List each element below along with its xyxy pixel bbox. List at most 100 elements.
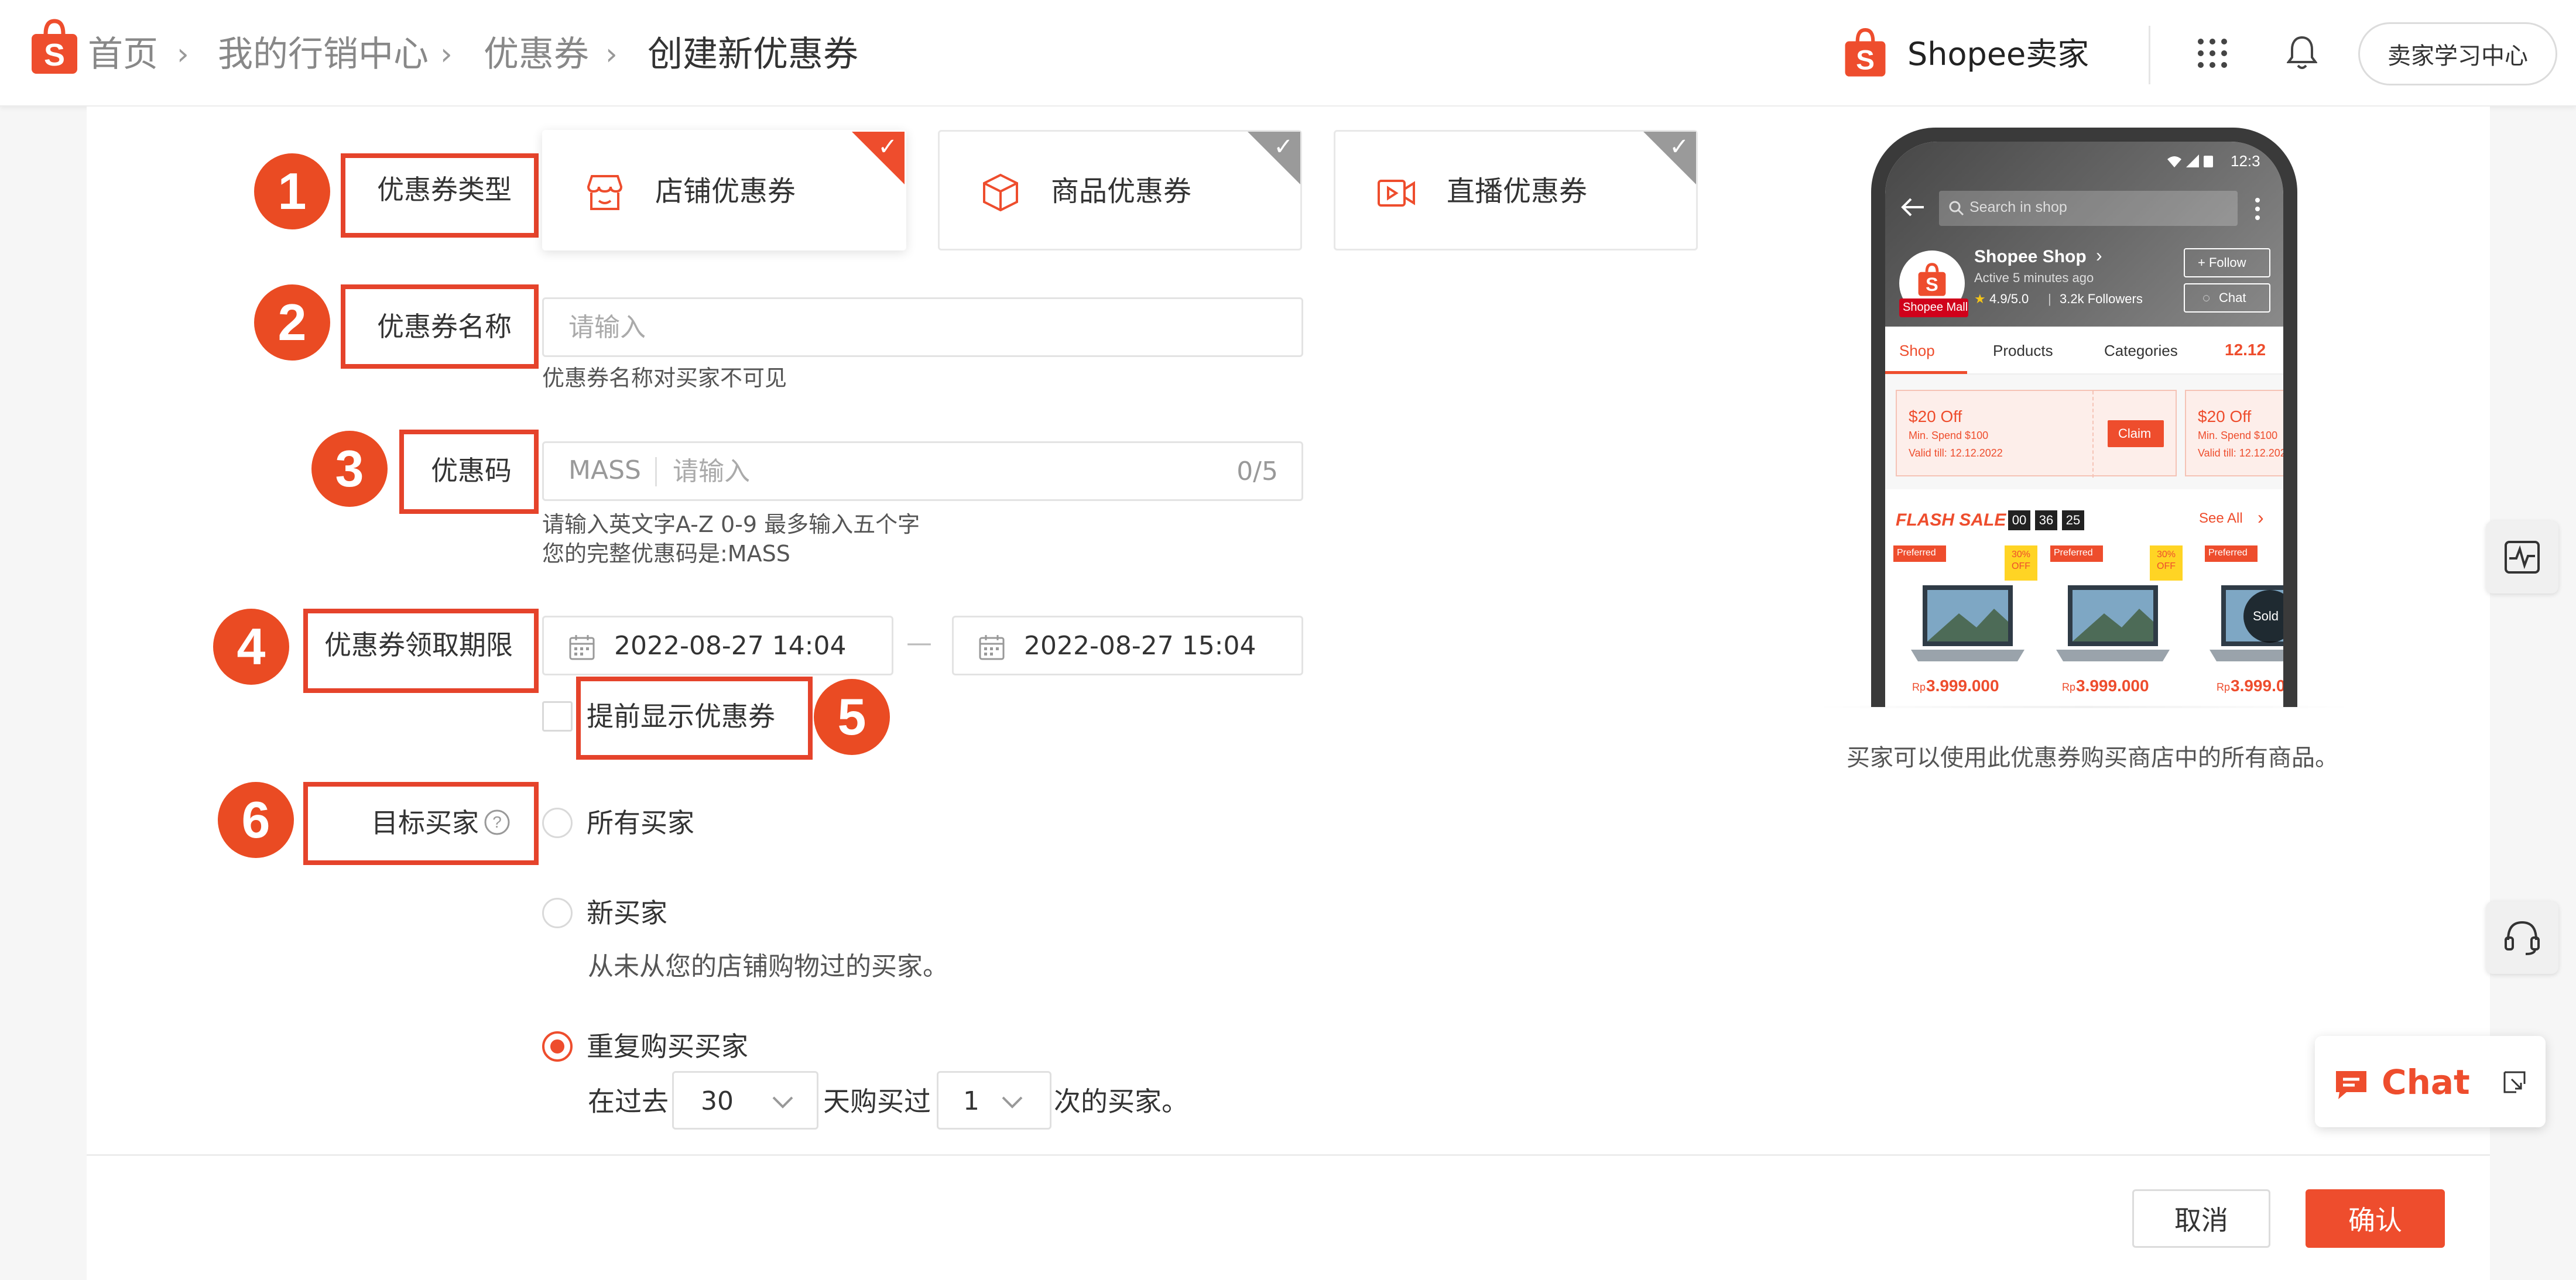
cancel-button[interactable]: 取消 bbox=[2132, 1189, 2270, 1248]
repeat-prefix-text: 在过去 bbox=[588, 1086, 669, 1117]
voucher-type-shop-label: 店铺优惠券 bbox=[655, 175, 796, 208]
target-buyers-label: 目标买家 bbox=[371, 807, 479, 839]
preview-shop-name: Shopee Shop bbox=[1974, 247, 2087, 266]
phone-preview: 12:3 Search in shop S Shopee Mall Shopee… bbox=[1871, 128, 2297, 707]
voucher-code-counter: 0/5 bbox=[1236, 457, 1278, 486]
preview-follow-button: + Follow bbox=[2184, 248, 2270, 277]
all-buyers-label: 所有买家 bbox=[587, 807, 694, 839]
voucher-valid-till: Valid till: 12.12.2022 bbox=[1909, 447, 2003, 459]
date-range-separator: — bbox=[906, 628, 932, 658]
preferred-badge: Preferred bbox=[1893, 545, 1946, 562]
preferred-badge-text: Preferred bbox=[1897, 548, 1936, 558]
search-icon bbox=[1949, 201, 1964, 216]
apps-grid-icon[interactable] bbox=[2197, 37, 2228, 69]
laptop-image bbox=[2056, 585, 2170, 661]
voucher-type-shop-card[interactable]: ✓ 店铺优惠券 bbox=[542, 130, 906, 250]
breadcrumb-vouchers[interactable]: 优惠券 bbox=[484, 34, 589, 75]
radio-all-buyers[interactable] bbox=[542, 808, 573, 838]
svg-text:S: S bbox=[1926, 274, 1938, 295]
voucher-code-hint-rule: 请输入英文字A-Z 0-9 最多输入五个字 bbox=[542, 512, 920, 537]
svg-text:S: S bbox=[44, 37, 65, 73]
show-early-label: 提前显示优惠券 bbox=[587, 701, 775, 732]
voucher-name-input[interactable]: 请输入 bbox=[542, 297, 1303, 357]
analytics-float-button[interactable] bbox=[2486, 521, 2558, 593]
repeat-days-value: 30 bbox=[701, 1086, 734, 1116]
flash-product-1: Preferred 30% OFF Rp 3.999.000 bbox=[1893, 545, 2040, 704]
flash-sale-title: FLASH SALE bbox=[1896, 510, 2006, 530]
preview-tab-shop: Shop bbox=[1899, 342, 1935, 359]
end-date-picker[interactable]: 2022-08-27 15:04 bbox=[952, 616, 1303, 675]
voucher-divider bbox=[2092, 391, 2094, 478]
start-date-picker[interactable]: 2022-08-27 14:04 bbox=[542, 616, 893, 675]
discount-badge-text: 30% OFF bbox=[2156, 550, 2176, 571]
sold-out-text: Sold bbox=[2253, 609, 2279, 623]
step-marker-4: 4 bbox=[213, 609, 289, 685]
calendar-icon bbox=[979, 635, 1005, 660]
bell-icon[interactable] bbox=[2287, 35, 2317, 71]
support-float-button[interactable] bbox=[2486, 901, 2558, 974]
brand-name: Shopee卖家 bbox=[1907, 36, 2089, 73]
chevron-right-icon: › bbox=[605, 37, 618, 72]
new-buyers-label: 新买家 bbox=[587, 897, 667, 929]
prefix-divider bbox=[655, 457, 657, 486]
expand-window-icon[interactable] bbox=[2501, 1069, 2528, 1096]
live-video-icon bbox=[1378, 180, 1415, 207]
voucher-type-label: 优惠券类型 bbox=[377, 174, 512, 205]
page-title: 创建新优惠券 bbox=[648, 34, 858, 75]
voucher-code-hint-full: 您的完整优惠码是:MASS bbox=[542, 541, 790, 567]
check-icon: ✓ bbox=[1273, 133, 1293, 160]
shop-search-placeholder: Search in shop bbox=[1969, 199, 2067, 215]
repeat-times-value: 1 bbox=[963, 1086, 979, 1116]
radio-new-buyers[interactable] bbox=[542, 898, 573, 928]
show-early-checkbox[interactable] bbox=[542, 701, 573, 732]
preview-tabs: Shop Products Categories 12.12 bbox=[1885, 327, 2283, 375]
pulse-chart-icon bbox=[2505, 541, 2540, 574]
voucher-type-product-card[interactable]: ✓ 商品优惠券 bbox=[938, 130, 1302, 250]
chevron-down-icon bbox=[772, 1096, 793, 1109]
calendar-icon bbox=[569, 635, 595, 660]
seller-learning-center-button[interactable]: 卖家学习中心 bbox=[2358, 22, 2557, 85]
breadcrumb-home[interactable]: 首页 bbox=[88, 34, 158, 75]
more-vertical-icon bbox=[2255, 198, 2260, 220]
chat-widget[interactable]: Chat bbox=[2315, 1036, 2546, 1127]
preferred-badge: Preferred bbox=[2205, 545, 2258, 562]
phone-screen: 12:3 Search in shop S Shopee Mall Shopee… bbox=[1885, 142, 2283, 707]
preview-tab-categories: Categories bbox=[2104, 342, 2178, 359]
help-question-icon[interactable]: ? bbox=[484, 809, 511, 836]
product-price: 3.999.000 bbox=[2231, 677, 2283, 695]
timer-minutes: 36 bbox=[2035, 510, 2057, 530]
breadcrumb-marketing[interactable]: 我的行销中心 bbox=[218, 34, 429, 75]
discount-badge-text: 30% OFF bbox=[2011, 550, 2031, 571]
preview-shop-rating: 4.9/5.0 bbox=[1989, 291, 2029, 306]
voucher-name-placeholder: 请输入 bbox=[568, 313, 646, 342]
repeat-times-select[interactable]: 1 bbox=[937, 1071, 1051, 1130]
voucher-code-input[interactable]: MASS 请输入 0/5 bbox=[542, 441, 1303, 501]
shopee-logo-icon[interactable]: S bbox=[29, 18, 80, 76]
flash-product-3: Preferred Sold Rp 3.999.000 bbox=[2205, 545, 2283, 704]
end-date-value: 2022-08-27 15:04 bbox=[1024, 631, 1256, 661]
preview-chat-text: Chat bbox=[2219, 290, 2246, 305]
shop-search-bar: Search in shop bbox=[1939, 191, 2238, 226]
radio-repeat-buyers[interactable] bbox=[542, 1031, 573, 1062]
shopee-brand-logo-icon: S bbox=[1845, 28, 1886, 77]
voucher-type-live-card[interactable]: ✓ 直播优惠券 bbox=[1334, 130, 1698, 250]
active-tab-underline bbox=[1885, 371, 1967, 374]
voucher-code-placeholder: 请输入 bbox=[673, 457, 750, 486]
confirm-button[interactable]: 确认 bbox=[2306, 1189, 2445, 1248]
voucher-code-prefix: MASS bbox=[568, 455, 641, 485]
preferred-badge-text: Preferred bbox=[2054, 548, 2093, 558]
step-marker-3: 3 bbox=[311, 431, 388, 507]
price-currency: Rp bbox=[2217, 681, 2231, 693]
discount-badge: 30% OFF bbox=[2005, 545, 2037, 581]
chevron-right-icon: › bbox=[440, 37, 453, 72]
start-date-value: 2022-08-27 14:04 bbox=[614, 631, 847, 661]
preview-voucher-card-2: $20 Off Min. Spend $100 Valid till: 12.1… bbox=[2185, 390, 2283, 476]
svg-text:?: ? bbox=[492, 813, 502, 831]
preview-follow-text: + Follow bbox=[2198, 255, 2246, 270]
box-icon bbox=[983, 173, 1018, 212]
repeat-days-select[interactable]: 30 bbox=[672, 1071, 818, 1130]
chevron-down-icon bbox=[1002, 1096, 1023, 1109]
step-marker-6: 6 bbox=[218, 782, 294, 858]
header-divider bbox=[2149, 26, 2150, 84]
phone-shadow bbox=[1815, 706, 2354, 708]
